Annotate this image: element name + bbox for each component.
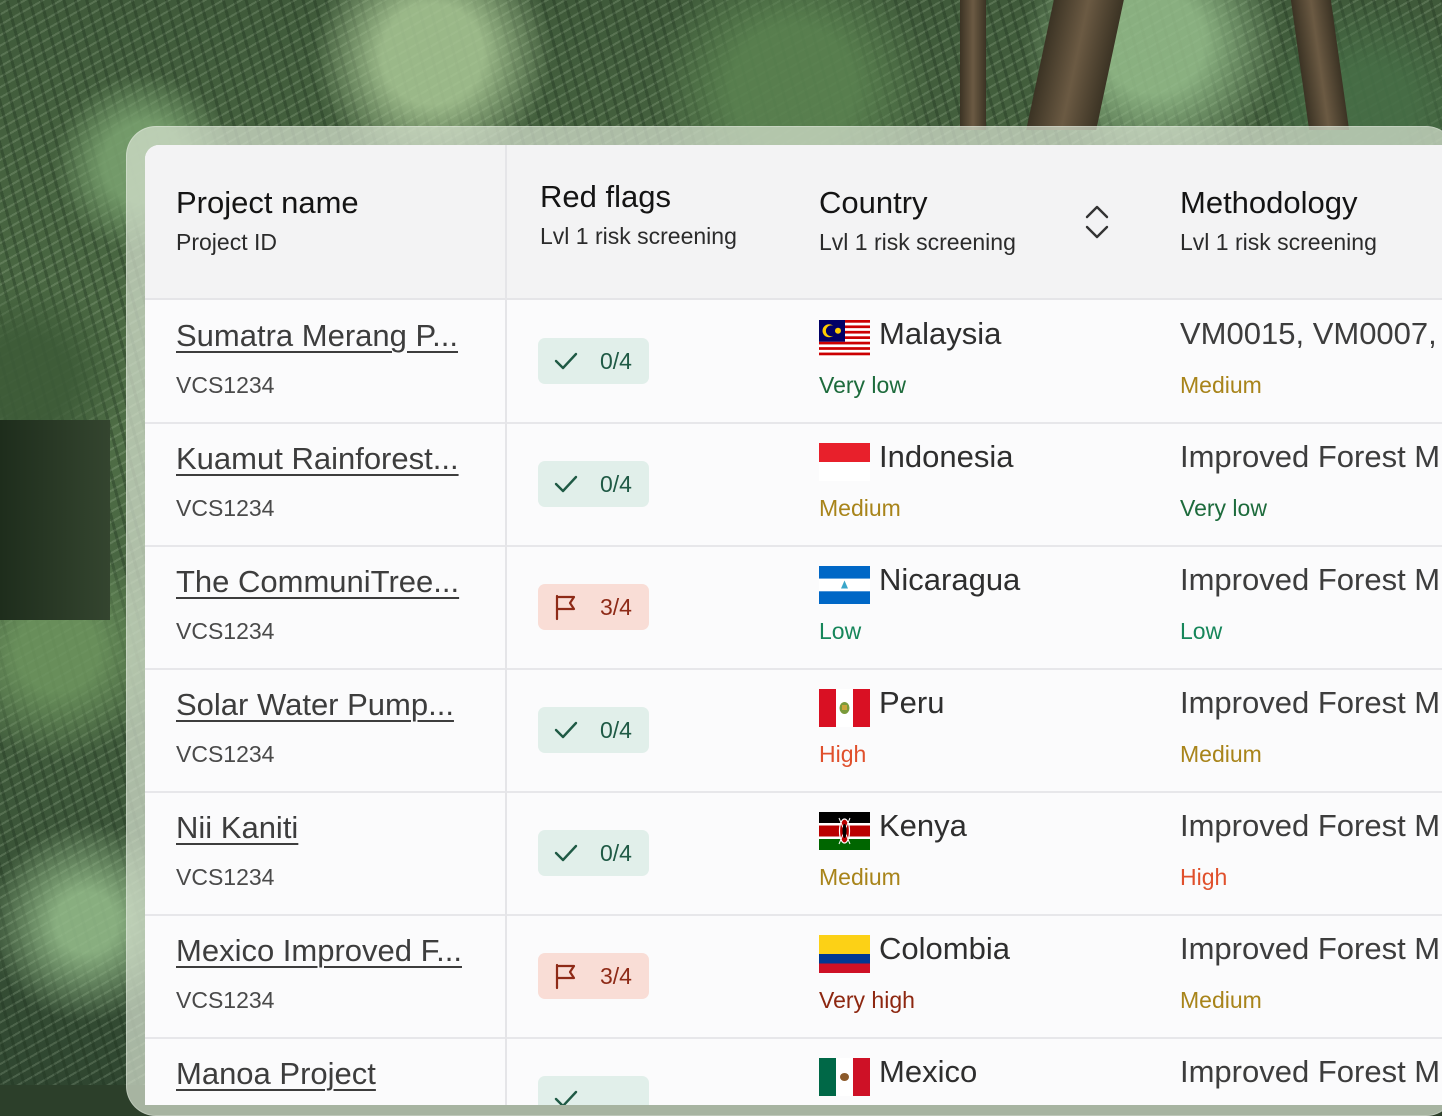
country-name: Malaysia xyxy=(879,316,1002,351)
red-flags-badge: 0/4 xyxy=(538,707,649,753)
column-title: Methodology xyxy=(1180,185,1358,220)
project-id: VCS1234 xyxy=(176,864,275,890)
project-name-link[interactable]: Nii Kaniti xyxy=(176,810,298,846)
column-subtitle: Lvl 1 risk screening xyxy=(819,229,1016,255)
flag-icon xyxy=(555,963,576,990)
red-flags-count: 3/4 xyxy=(600,593,632,620)
column-subtitle: Lvl 1 risk screening xyxy=(540,223,737,249)
red-flags-count: 0/4 xyxy=(600,470,632,497)
country-risk: Medium xyxy=(819,864,901,890)
methodology-name: Improved Forest M xyxy=(1180,808,1441,843)
table-row[interactable]: Manoa Project Mexico Improved Forest M xyxy=(145,1038,1442,1105)
table-row[interactable]: Nii Kaniti VCS1234 0/4 Kenya Medium Improved … xyxy=(145,792,1442,916)
project-name-link[interactable]: Manoa Project xyxy=(176,1056,376,1092)
red-flags-count: 0/4 xyxy=(600,347,632,374)
country-name: Kenya xyxy=(879,808,967,843)
methodology-risk: High xyxy=(1180,864,1228,890)
check-icon xyxy=(554,721,578,739)
red-flags-count: 0/4 xyxy=(600,716,632,743)
check-icon xyxy=(554,475,578,493)
methodology-risk: Very low xyxy=(1180,495,1267,521)
column-title: Project name xyxy=(176,185,359,220)
project-id: VCS1234 xyxy=(176,372,275,398)
country-name: Peru xyxy=(879,685,945,720)
column-divider xyxy=(505,145,507,1105)
indonesia-flag-icon xyxy=(819,443,870,481)
red-flags-badge xyxy=(538,1076,649,1105)
malaysia-flag-icon xyxy=(819,320,870,358)
methodology-name: VM0015, VM0007, xyxy=(1180,316,1437,351)
country-risk: Medium xyxy=(819,495,901,521)
country-risk: Very high xyxy=(819,987,915,1013)
project-id: VCS1234 xyxy=(176,741,275,767)
colombia-flag-icon xyxy=(819,935,870,973)
red-flags-badge: 0/4 xyxy=(538,830,649,876)
red-flags-badge: 3/4 xyxy=(538,584,649,630)
flag-icon xyxy=(555,594,576,621)
project-id: VCS1234 xyxy=(176,495,275,521)
column-country[interactable]: Country Lvl 1 risk screening xyxy=(819,185,1016,256)
table-header: Project name Project ID Red flags Lvl 1 … xyxy=(145,145,1442,300)
project-name-link[interactable]: Sumatra Merang P... xyxy=(176,318,458,354)
column-subtitle: Lvl 1 risk screening xyxy=(1180,229,1377,255)
peru-flag-icon xyxy=(819,689,870,727)
methodology-name: Improved Forest M xyxy=(1180,439,1441,474)
project-name-link[interactable]: Kuamut Rainforest... xyxy=(176,441,459,477)
mexico-flag-icon xyxy=(819,1058,870,1096)
country-name: Colombia xyxy=(879,931,1010,966)
column-project-name: Project name Project ID xyxy=(176,185,359,256)
nicaragua-flag-icon xyxy=(819,566,870,604)
red-flags-badge: 0/4 xyxy=(538,461,649,507)
table-row[interactable]: Kuamut Rainforest... VCS1234 0/4 Indonesia M… xyxy=(145,423,1442,547)
table-row[interactable]: Mexico Improved F... VCS1234 3/4 Colombia Ve… xyxy=(145,915,1442,1039)
methodology-name: Improved Forest M xyxy=(1180,931,1441,966)
check-icon xyxy=(554,844,578,862)
methodology-name: Improved Forest M xyxy=(1180,562,1441,597)
column-subtitle: Project ID xyxy=(176,229,277,255)
sort-icon[interactable] xyxy=(1083,205,1111,239)
methodology-risk: Low xyxy=(1180,618,1223,644)
country-risk: High xyxy=(819,741,867,767)
methodology-risk: Medium xyxy=(1180,741,1262,767)
column-methodology: Methodology Lvl 1 risk screening xyxy=(1180,185,1377,256)
project-name-link[interactable]: The CommuniTree... xyxy=(176,564,459,600)
methodology-risk: Medium xyxy=(1180,372,1262,398)
country-risk: Very low xyxy=(819,372,906,398)
table-row[interactable]: Solar Water Pump... VCS1234 0/4 Peru High Imp… xyxy=(145,669,1442,793)
methodology-risk: Medium xyxy=(1180,987,1262,1013)
projects-table: Project name Project ID Red flags Lvl 1 … xyxy=(145,145,1442,1105)
project-name-link[interactable]: Solar Water Pump... xyxy=(176,687,454,723)
red-flags-count: 3/4 xyxy=(600,962,632,989)
project-name-link[interactable]: Mexico Improved F... xyxy=(176,933,462,969)
methodology-name: Improved Forest M xyxy=(1180,685,1441,720)
red-flags-count: 0/4 xyxy=(600,839,632,866)
check-icon xyxy=(554,1090,578,1105)
column-red-flags: Red flags Lvl 1 risk screening xyxy=(540,179,737,250)
kenya-flag-icon xyxy=(819,812,870,850)
column-title: Country xyxy=(819,185,928,220)
country-name: Indonesia xyxy=(879,439,1014,474)
red-flags-badge: 3/4 xyxy=(538,953,649,999)
column-title: Red flags xyxy=(540,179,671,214)
table-row[interactable]: Sumatra Merang P... VCS1234 0/4 Malaysia Ver… xyxy=(145,300,1442,424)
country-name: Nicaragua xyxy=(879,562,1021,597)
project-id: VCS1234 xyxy=(176,987,275,1013)
table-row[interactable]: The CommuniTree... VCS1234 3/4 Nicaragua Low… xyxy=(145,546,1442,670)
project-id: VCS1234 xyxy=(176,618,275,644)
red-flags-badge: 0/4 xyxy=(538,338,649,384)
check-icon xyxy=(554,352,578,370)
country-risk: Low xyxy=(819,618,862,644)
